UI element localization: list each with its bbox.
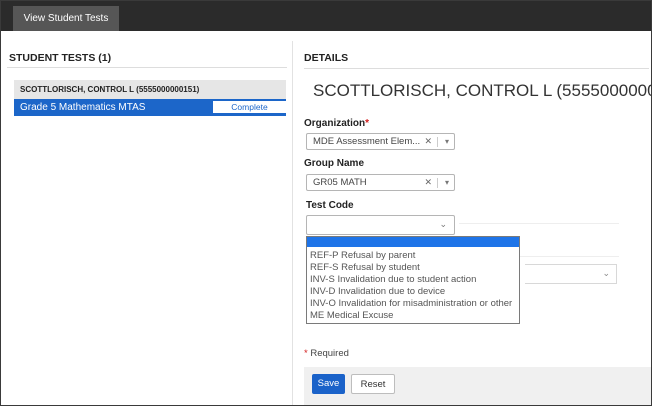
clear-icon[interactable]: ✕ [424,175,432,190]
select-separator [437,178,438,188]
test-code-dropdown[interactable]: REF-P Refusal by parent REF-S Refusal by… [306,236,520,324]
dropdown-option-highlighted[interactable] [307,237,519,247]
app-frame: View Student Tests STUDENT TESTS (1) SCO… [0,0,652,406]
chevron-down-icon[interactable]: ⌄ [439,219,447,230]
chevron-down-icon[interactable]: ⌄ [602,268,610,279]
organization-label: Organization* [304,118,369,129]
test-row-selected[interactable]: Grade 5 Mathematics MTAS Complete [14,99,286,116]
reset-button[interactable]: Reset [351,374,395,394]
divider [459,223,619,224]
test-code-select[interactable]: ⌄ [306,215,455,235]
dropdown-option[interactable]: REF-P Refusal by parent [307,250,519,262]
group-name-value: GR05 MATH [313,177,367,188]
dropdown-option[interactable]: REF-S Refusal by student [307,262,519,274]
student-tests-heading: STUDENT TESTS (1) [9,52,112,64]
panel-divider [292,41,293,405]
top-bar: View Student Tests [1,1,651,31]
group-name-label: Group Name [304,158,365,169]
button-bar: Save Reset [304,367,651,405]
student-name-title: SCOTTLORISCH, CONTROL L (5555000000151) [313,81,651,100]
organization-value: MDE Assessment Elem... [313,136,421,147]
details-heading: DETAILS [304,52,349,64]
select-separator [437,137,438,147]
group-name-select[interactable]: GR05 MATH ✕ ▾ [306,174,455,191]
dropdown-option[interactable]: INV-S Invalidation due to student action [307,274,519,286]
dropdown-option[interactable]: ME Medical Excuse [307,310,519,322]
chevron-down-icon[interactable]: ▾ [445,134,449,149]
organization-label-text: Organization [304,118,366,129]
organization-select[interactable]: MDE Assessment Elem... ✕ ▾ [306,133,455,150]
tab-view-student-tests[interactable]: View Student Tests [13,6,119,31]
student-row[interactable]: SCOTTLORISCH, CONTROL L (5555000000151) [14,80,286,99]
test-name: Grade 5 Mathematics MTAS [20,102,146,113]
clear-icon[interactable]: ✕ [424,134,432,149]
dropdown-option[interactable]: INV-D Invalidation due to device [307,286,519,298]
save-button[interactable]: Save [312,374,345,394]
status-badge: Complete [213,101,286,113]
required-asterisk: * [365,118,370,129]
test-code-label: Test Code [306,200,354,211]
required-note: * Required [304,348,349,359]
required-note-text: * [304,348,308,359]
hidden-select[interactable]: ⌄ [525,264,617,284]
chevron-down-icon[interactable]: ▾ [445,175,449,190]
divider [7,67,287,68]
required-note-rest: Required [310,348,349,359]
dropdown-option[interactable]: INV-O Invalidation for misadministration… [307,298,519,310]
divider [304,68,649,69]
